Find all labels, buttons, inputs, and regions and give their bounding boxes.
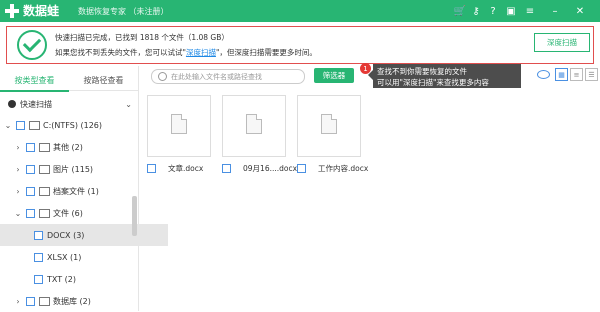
tree-item-label: DOCX (3) (47, 230, 85, 240)
document-icon (171, 114, 187, 134)
tree-item-label: TXT (2) (47, 274, 76, 284)
scan-hint: 如果您找不到丢失的文件，您可以试试"深度扫描"，但深度扫描需要更多时间。 (55, 47, 317, 58)
file-name: 工作内容.docx (318, 164, 369, 173)
scan-summary: 快速扫描已完成，已找到 1818 个文件（1.08 GB） (55, 33, 229, 42)
document-icon (39, 208, 50, 218)
checkbox[interactable] (34, 230, 43, 240)
app-title: 数据蛙 (23, 4, 60, 18)
deep-scan-button[interactable]: 深度扫描 (534, 33, 590, 52)
tree-item-label: 其他 (2) (53, 142, 83, 152)
main-content: 在此处输入文件名或路径查找 筛选器 1 查找不到你需要恢复的文件 可以用"深度扫… (139, 63, 600, 311)
chevron-right-icon[interactable]: › (14, 297, 22, 306)
app-logo: 数据蛙 (4, 2, 59, 19)
scan-mode-dot-icon (8, 100, 16, 108)
close-icon[interactable]: ✕ (572, 3, 588, 19)
sidebar: 按类型查看 按路径查看 快速扫描 ⌄ ⌄ C:(NTFS) (126) › 其他… (0, 66, 168, 311)
scan-result-banner: 快速扫描已完成，已找到 1818 个文件（1.08 GB） 如果您找不到丢失的文… (6, 26, 594, 64)
tree-item-documents[interactable]: ⌄ 文件 (6) (0, 202, 152, 224)
document-icon (246, 114, 262, 134)
checkbox[interactable] (26, 296, 35, 306)
tab-by-type[interactable]: 按类型查看 (0, 70, 69, 92)
app-subtitle: 数据恢复专家 （未注册） (78, 7, 169, 16)
file-name: 09月16....docx (243, 164, 298, 173)
detail-view-icon[interactable]: ☰ (585, 68, 598, 81)
tree-item-label: XLSX (1) (47, 252, 82, 262)
tree-item-archives[interactable]: › 档案文件 (1) (0, 180, 152, 202)
search-placeholder: 在此处输入文件名或路径查找 (171, 72, 262, 81)
filter-button[interactable]: 筛选器 (314, 68, 354, 83)
image-icon (39, 164, 50, 174)
file-item[interactable]: 工作内容.docx (297, 163, 368, 174)
chevron-down-icon[interactable]: ⌄ (14, 209, 22, 218)
tree-item-label: 文件 (6) (53, 208, 83, 218)
checkbox[interactable] (26, 208, 35, 218)
help-icon[interactable]: ? (485, 3, 501, 19)
title-bar: 数据蛙 数据恢复专家 （未注册） 🛒 ⚷ ? ▣ ≡ – ✕ (0, 0, 600, 22)
scan-hint-suffix: "，但深度扫描需要更多时间。 (215, 48, 317, 57)
chevron-right-icon[interactable]: › (14, 165, 22, 174)
tree-item-label: 档案文件 (1) (53, 186, 99, 196)
file-thumbnail[interactable] (147, 95, 211, 157)
document-icon (321, 114, 337, 134)
checkbox[interactable] (26, 142, 35, 152)
file-item[interactable]: 文章.docx (147, 163, 203, 174)
chevron-right-icon[interactable]: › (14, 143, 22, 152)
grid-view-icon[interactable]: ▦ (555, 68, 568, 81)
minimize-icon[interactable]: – (547, 3, 563, 19)
drive-icon (29, 120, 40, 130)
search-icon (158, 72, 167, 81)
file-thumbnail[interactable] (222, 95, 286, 157)
archive-icon (39, 186, 50, 196)
database-icon (39, 296, 50, 306)
scan-mode-row[interactable]: 快速扫描 ⌄ (0, 93, 138, 115)
checkbox[interactable] (34, 252, 43, 262)
plus-logo-icon (4, 3, 20, 19)
checkbox[interactable] (222, 164, 231, 173)
deep-scan-link[interactable]: 深度扫描 (186, 48, 216, 57)
tree-item-images[interactable]: › 图片 (115) (0, 158, 152, 180)
tree-item-label: 数据库 (2) (53, 296, 91, 306)
tooltip-line2: 可以用"深度扫描"来查找更多内容 (377, 78, 489, 87)
list-view-icon[interactable]: ≡ (570, 68, 583, 81)
menu-icon[interactable]: ≡ (522, 3, 538, 19)
file-thumbnail[interactable] (297, 95, 361, 157)
scan-mode-label: 快速扫描 (20, 99, 52, 109)
chevron-down-icon[interactable]: ⌄ (4, 121, 12, 130)
search-input[interactable]: 在此处输入文件名或路径查找 (151, 69, 305, 84)
view-switcher: ▦ ≡ ☰ (537, 68, 598, 81)
checkbox[interactable] (26, 186, 35, 196)
tree-item-label: C:(NTFS) (126) (43, 120, 102, 130)
save-icon[interactable]: ▣ (503, 3, 519, 19)
key-icon[interactable]: ⚷ (468, 3, 484, 19)
deep-scan-tooltip: 查找不到你需要恢复的文件 可以用"深度扫描"来查找更多内容 (373, 64, 521, 88)
sidebar-scrollbar[interactable] (132, 196, 137, 236)
checkbox[interactable] (297, 164, 306, 173)
cart-icon[interactable]: 🛒 (452, 3, 468, 19)
tooltip-line1: 查找不到你需要恢复的文件 (377, 67, 467, 76)
tree-item-database[interactable]: › 数据库 (2) (0, 290, 152, 312)
scan-hint-prefix: 如果您找不到丢失的文件，您可以试试" (55, 48, 186, 57)
checkbox[interactable] (34, 274, 43, 284)
chevron-down-icon[interactable]: ⌄ (125, 100, 132, 109)
folder-icon (39, 142, 50, 152)
file-item[interactable]: 09月16....docx (222, 163, 297, 174)
tree-item-drive[interactable]: ⌄ C:(NTFS) (126) (0, 114, 142, 136)
tab-by-path[interactable]: 按路径查看 (69, 70, 138, 91)
chevron-right-icon[interactable]: › (14, 187, 22, 196)
preview-eye-icon[interactable] (537, 70, 550, 79)
file-name: 文章.docx (168, 164, 204, 173)
checkbox[interactable] (26, 164, 35, 174)
tree-item-other[interactable]: › 其他 (2) (0, 136, 152, 158)
check-circle-icon (17, 30, 47, 60)
checkbox[interactable] (147, 164, 156, 173)
tree-item-label: 图片 (115) (53, 164, 94, 174)
checkbox[interactable] (16, 120, 25, 130)
